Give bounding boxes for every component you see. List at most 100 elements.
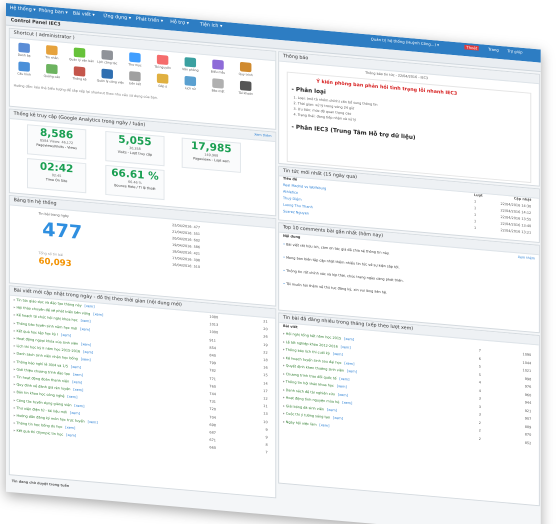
recent-article-more-link[interactable]: [xem]	[72, 380, 82, 385]
pending-articles-heading: Tin đang chờ duyệt trong tuần	[11, 479, 70, 488]
top-article-link[interactable]: Thông báo lịch thi cuối kỳ	[286, 348, 330, 356]
nav-menu-utilities[interactable]: Tiện ích ▾	[200, 22, 222, 30]
recent-article-more-link[interactable]: [xem]	[81, 319, 91, 324]
latest-news-link[interactable]: Athletico	[283, 190, 298, 195]
recent-article-more-link[interactable]: [xem]	[74, 403, 84, 408]
shortcut-item-label: Lịch công tác	[97, 59, 118, 66]
shortcut-item[interactable]: Quản lý văn bản	[69, 47, 95, 66]
top-article-more-link[interactable]: [xem]	[339, 376, 349, 381]
recent-article-more-link[interactable]: [xem]	[80, 327, 90, 332]
recent-article-comments: 16	[263, 365, 268, 370]
top-article-more-link[interactable]: [xem]	[327, 407, 337, 412]
shortcut-item[interactable]: Lịch sử	[180, 75, 201, 94]
top-article-rank: 6	[478, 356, 481, 361]
shortcut-icon	[46, 45, 58, 56]
news-date-entry: 22/04/2016: 477	[172, 223, 201, 230]
top-article-rank: 5	[478, 372, 481, 377]
home-link[interactable]: Trang	[488, 47, 499, 53]
recent-article-comments: 11	[263, 404, 268, 409]
shortcut-icon	[73, 66, 86, 77]
top-article-more-link[interactable]: [xem]	[338, 392, 348, 397]
top-article-views: 944	[524, 400, 532, 405]
nav-menu-system[interactable]: Hệ thống ▾	[10, 5, 36, 13]
top-article-link[interactable]: Ngày hội việc làm	[286, 420, 317, 426]
comment-row: • Tôi muốn hỏi thêm về thủ tục đăng ký, …	[283, 282, 535, 310]
latest-news-link[interactable]: Thuỷ Diệm	[283, 196, 302, 201]
shortcut-item[interactable]: Bảo mật	[208, 78, 229, 97]
recent-article-more-link[interactable]: [xem]	[73, 372, 83, 377]
recent-article-views: 671	[209, 438, 216, 443]
shortcut-item[interactable]: Góp ý	[152, 73, 173, 92]
recent-article-comments: 9	[265, 435, 268, 440]
shortcut-item[interactable]: Thư mục	[124, 52, 145, 71]
top-article-more-link[interactable]: [xem]	[341, 345, 351, 350]
top-article-more-link[interactable]: [xem]	[319, 423, 329, 428]
shortcut-item-label: Tài nguyên	[154, 64, 171, 70]
recent-article-more-link[interactable]: [xem]	[81, 342, 91, 347]
shortcut-item[interactable]: Tài khoản	[235, 80, 256, 99]
shortcut-item[interactable]: Danh bạ	[14, 42, 35, 61]
top-article-link[interactable]: Giải bóng đá sinh viên	[286, 404, 324, 411]
recent-article-more-link[interactable]: [xem]	[67, 395, 77, 400]
shortcut-item[interactable]: Biểu mẫu	[208, 59, 229, 78]
nav-menu-develop[interactable]: Phát triển ▾	[136, 16, 163, 24]
shortcut-item[interactable]: Cấu hình	[14, 61, 35, 80]
comment-text[interactable]: Mong ban biên tập cập nhật thêm nhiều ti…	[286, 256, 400, 270]
top-article-views: 921	[524, 408, 532, 413]
user-account-menu[interactable]: Quản trị hệ thống (Huỳnh Công...) ▾	[371, 37, 439, 48]
recent-article-views: 660	[209, 445, 216, 451]
recent-article-more-link[interactable]: [xem]	[71, 365, 81, 370]
shortcut-item[interactable]: Quy trình	[235, 61, 256, 80]
recent-article-comments: 13	[263, 412, 268, 417]
nav-menu-apps[interactable]: Ứng dụng ▾	[103, 13, 131, 21]
shortcut-item[interactable]: Tài nguyên	[152, 54, 173, 73]
nav-menu-support[interactable]: Hỗ trợ ▾	[170, 19, 189, 26]
comment-text[interactable]: Tôi muốn hỏi thêm về thủ tục đăng ký, xi…	[286, 282, 387, 295]
recent-article-more-link[interactable]: [xem]	[66, 433, 76, 438]
top-article-link[interactable]: Cuộc thi ý tưởng sáng tạo	[286, 412, 330, 420]
top-article-more-link[interactable]: [xem]	[342, 401, 352, 406]
comment-text[interactable]: Thông tin rất chính xác và kịp thời, chú…	[286, 269, 404, 283]
top-article-more-link[interactable]: [xem]	[344, 337, 354, 342]
recent-article-more-link[interactable]: [xem]	[70, 411, 80, 416]
recent-article-more-link[interactable]: [xem]	[61, 333, 71, 338]
shortcut-icon	[184, 75, 197, 87]
shortcut-item-label: Văn phòng	[182, 67, 199, 73]
top-article-rank: 2	[478, 428, 481, 433]
recent-article-link[interactable]: Kết quả học tập học kỳ I	[16, 329, 58, 336]
shortcut-item[interactable]: Quản lý công việc	[97, 68, 124, 87]
help-link[interactable]: Trợ giúp	[507, 48, 522, 54]
recent-article-more-link[interactable]: [xem]	[81, 358, 91, 363]
recent-article-more-link[interactable]: [xem]	[83, 350, 93, 355]
recent-article-views: 1013	[209, 322, 219, 328]
shortcut-item[interactable]: Liên kết	[124, 71, 145, 90]
nav-menu-departments[interactable]: Phòng ban ▾	[38, 8, 67, 16]
shortcut-item[interactable]: Tin nhắn	[41, 45, 62, 64]
latest-news-count: 1	[473, 226, 477, 230]
top-article-more-link[interactable]: [xem]	[337, 384, 347, 389]
recent-article-more-link[interactable]: [xem]	[88, 420, 98, 425]
top-article-more-link[interactable]: [xem]	[344, 361, 354, 366]
top-article-more-link[interactable]: [xem]	[333, 352, 343, 357]
shortcut-item[interactable]: Văn phòng	[180, 57, 201, 76]
nav-menu-articles[interactable]: Bài viết ▾	[73, 11, 95, 19]
recent-article-more-link[interactable]: [xem]	[85, 304, 95, 309]
latest-news-col-updated: Cập nhật	[513, 196, 532, 202]
shortcut-item-label: Góp ý	[158, 83, 168, 89]
shortcut-item[interactable]: Quảng cáo	[41, 63, 62, 82]
stat-time-on-site: 02:42 02:45 Time On Site	[27, 158, 87, 194]
stat-bounce-rate: 66.61 % 66.46 % Bounce Rate / Tỉ lệ thoá…	[105, 164, 165, 201]
shortcut-item[interactable]: Thống kê	[69, 66, 90, 85]
top-article-views: 960	[524, 392, 532, 397]
top-article-rank: 3	[478, 396, 481, 401]
top-article-more-link[interactable]: [xem]	[347, 369, 357, 374]
recent-article-more-link[interactable]: [xem]	[73, 388, 83, 393]
logout-button[interactable]: Thoát	[464, 44, 480, 51]
top-article-more-link[interactable]: [xem]	[333, 416, 343, 421]
shortcut-item[interactable]: Lịch công tác	[97, 49, 118, 68]
recent-article-views: 731	[209, 399, 216, 405]
recent-article-more-link[interactable]: [xem]	[65, 426, 75, 431]
recent-article-more-link[interactable]: [xem]	[93, 312, 103, 317]
shortcut-item-label: Quản lý văn bản	[69, 57, 95, 64]
top-article-views: 1090	[522, 352, 532, 357]
